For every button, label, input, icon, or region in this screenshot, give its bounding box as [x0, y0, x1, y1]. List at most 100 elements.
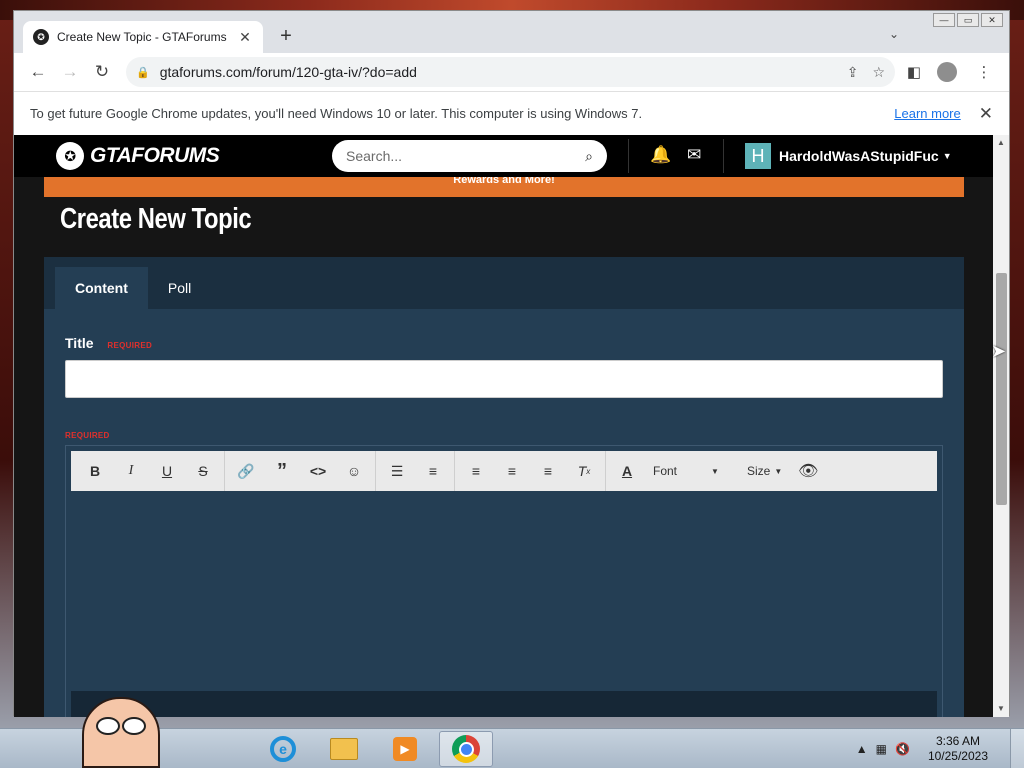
required-badge: REQUIRED: [107, 341, 153, 350]
underline-icon[interactable]: U: [149, 457, 185, 485]
username: HardoldWasAStupidFuc: [779, 148, 939, 164]
title-label: Title: [65, 335, 94, 351]
scroll-up-icon[interactable]: ▲: [993, 135, 1009, 151]
user-menu[interactable]: H HardoldWasAStupidFuc ▼: [745, 143, 952, 169]
search-icon[interactable]: ⌕: [585, 148, 593, 165]
font-dropdown[interactable]: Font ▼: [645, 464, 739, 478]
address-bar[interactable]: 🔒 gtaforums.com/forum/120-gta-iv/?do=add…: [126, 57, 895, 87]
content-field-label: REQUIRED: [65, 425, 110, 441]
infobar-close-icon[interactable]: ✕: [979, 104, 993, 124]
back-arrow-icon[interactable]: ←: [24, 58, 52, 86]
mouse-cursor-icon: ➤: [991, 341, 1007, 361]
show-hidden-icons-icon[interactable]: ▲: [856, 742, 868, 756]
align-right-icon[interactable]: ≡: [530, 457, 566, 485]
title-field-label: Title REQUIRED: [65, 335, 152, 351]
forward-arrow-icon[interactable]: →: [56, 58, 84, 86]
url-text[interactable]: gtaforums.com/forum/120-gta-iv/?do=add: [160, 64, 833, 80]
form-tabs: Content Poll: [44, 257, 964, 309]
lock-icon[interactable]: 🔒: [136, 66, 150, 79]
chrome-window: ✪ Create New Topic - GTAForums ✕ + ⌄ — ▭…: [13, 10, 1010, 717]
media-player-button[interactable]: ▶: [378, 731, 432, 767]
numbered-list-icon[interactable]: ≡: [415, 457, 451, 485]
scroll-down-icon[interactable]: ▼: [993, 701, 1009, 717]
tab-content[interactable]: Content: [55, 267, 148, 309]
file-explorer-button[interactable]: [317, 731, 371, 767]
emoji-icon[interactable]: ☺: [336, 457, 372, 485]
caret-down-icon: ▼: [711, 466, 719, 476]
font-dropdown-label: Font: [653, 464, 678, 478]
quote-icon[interactable]: ”: [264, 457, 300, 485]
toolbar-divider: [605, 451, 606, 491]
size-dropdown-label: Size: [747, 464, 771, 478]
link-icon[interactable]: 🔗: [228, 457, 264, 485]
page-scrollbar[interactable]: ▲ ▼: [993, 135, 1009, 717]
rich-text-editor[interactable]: B I U S 🔗 ” <> ☺ ☰ ≡ ≡ ≡ ≡ Tx A Font ▼ S…: [65, 445, 943, 717]
toolbar-divider: [224, 451, 225, 491]
infobar-message: To get future Google Chrome updates, you…: [30, 106, 643, 121]
logo-text: GTAFORUMS: [90, 144, 220, 167]
media-player-icon: ▶: [393, 737, 417, 761]
toolbar-divider: [375, 451, 376, 491]
share-icon[interactable]: ⇪: [847, 64, 859, 81]
menu-kebab-icon[interactable]: ⋮: [969, 63, 999, 81]
tab-poll[interactable]: Poll: [148, 267, 211, 309]
profile-avatar-icon[interactable]: [937, 62, 957, 82]
show-desktop-button[interactable]: [1010, 729, 1024, 768]
avatar: H: [745, 143, 771, 169]
site-logo[interactable]: ✪ GTAFORUMS: [56, 142, 220, 170]
logo-mark-icon: ✪: [56, 142, 84, 170]
reload-icon[interactable]: ↻: [88, 58, 116, 86]
topic-form-panel: Content Poll Title REQUIRED REQUIRED B I…: [44, 257, 964, 717]
side-panel-icon[interactable]: ◧: [899, 63, 929, 81]
promo-banner[interactable]: Rewards and More!: [44, 177, 964, 197]
site-header: ✪ GTAFORUMS Search... ⌕ 🔔 ✉ H HardoldWas…: [14, 135, 994, 177]
header-divider: [723, 139, 724, 173]
page-viewport: ✪ GTAFORUMS Search... ⌕ 🔔 ✉ H HardoldWas…: [14, 135, 994, 717]
maximize-button[interactable]: ▭: [957, 13, 979, 27]
preview-eye-icon[interactable]: 👁: [790, 457, 826, 485]
volume-muted-icon[interactable]: 🔇: [895, 742, 910, 756]
code-icon[interactable]: <>: [300, 457, 336, 485]
update-infobar: To get future Google Chrome updates, you…: [14, 91, 1009, 135]
glasses-lens: [122, 717, 146, 735]
notifications-bell-icon[interactable]: 🔔: [650, 145, 671, 165]
site-search-input[interactable]: Search... ⌕: [332, 140, 607, 172]
gtaforums-favicon-icon: ✪: [33, 29, 49, 45]
search-placeholder: Search...: [346, 148, 403, 164]
browser-toolbar: ← → ↻ 🔒 gtaforums.com/forum/120-gta-iv/?…: [14, 53, 1009, 91]
align-center-icon[interactable]: ≡: [494, 457, 530, 485]
clock-time: 3:36 AM: [935, 734, 980, 748]
desktop-character-image: [82, 697, 160, 768]
tab-close-icon[interactable]: ✕: [237, 29, 253, 46]
internet-explorer-icon: e: [270, 736, 296, 762]
chrome-taskbar-button[interactable]: [439, 731, 493, 767]
tab-search-chevron-icon[interactable]: ⌄: [889, 27, 899, 41]
required-badge: REQUIRED: [65, 431, 110, 440]
minimize-button[interactable]: —: [933, 13, 955, 27]
internet-explorer-button[interactable]: e: [256, 731, 310, 767]
clock-date: 10/25/2023: [927, 749, 988, 763]
italic-icon[interactable]: I: [113, 457, 149, 485]
messages-envelope-icon[interactable]: ✉: [687, 145, 701, 165]
header-divider: [628, 139, 629, 173]
bookmark-star-icon[interactable]: ☆: [872, 64, 885, 81]
toolbar-divider: [454, 451, 455, 491]
editor-toolbar: B I U S 🔗 ” <> ☺ ☰ ≡ ≡ ≡ ≡ Tx A Font ▼ S…: [71, 451, 937, 491]
strikethrough-icon[interactable]: S: [185, 457, 221, 485]
clock[interactable]: 3:36 AM 10/25/2023: [928, 734, 988, 764]
glasses-lens: [96, 717, 120, 735]
bold-icon[interactable]: B: [77, 457, 113, 485]
bulleted-list-icon[interactable]: ☰: [379, 457, 415, 485]
network-icon[interactable]: ▦: [876, 742, 887, 756]
text-color-icon[interactable]: A: [609, 457, 645, 485]
title-input[interactable]: [65, 360, 943, 398]
new-tab-button[interactable]: +: [274, 25, 298, 49]
browser-tab[interactable]: ✪ Create New Topic - GTAForums ✕: [23, 21, 263, 53]
promo-text: Rewards and More!: [453, 177, 555, 186]
close-window-button[interactable]: ✕: [981, 13, 1003, 27]
scrollbar-thumb[interactable]: [996, 273, 1007, 505]
size-dropdown[interactable]: Size ▼: [739, 464, 790, 478]
align-left-icon[interactable]: ≡: [458, 457, 494, 485]
clear-formatting-icon[interactable]: Tx: [566, 457, 602, 485]
learn-more-link[interactable]: Learn more: [894, 106, 960, 121]
